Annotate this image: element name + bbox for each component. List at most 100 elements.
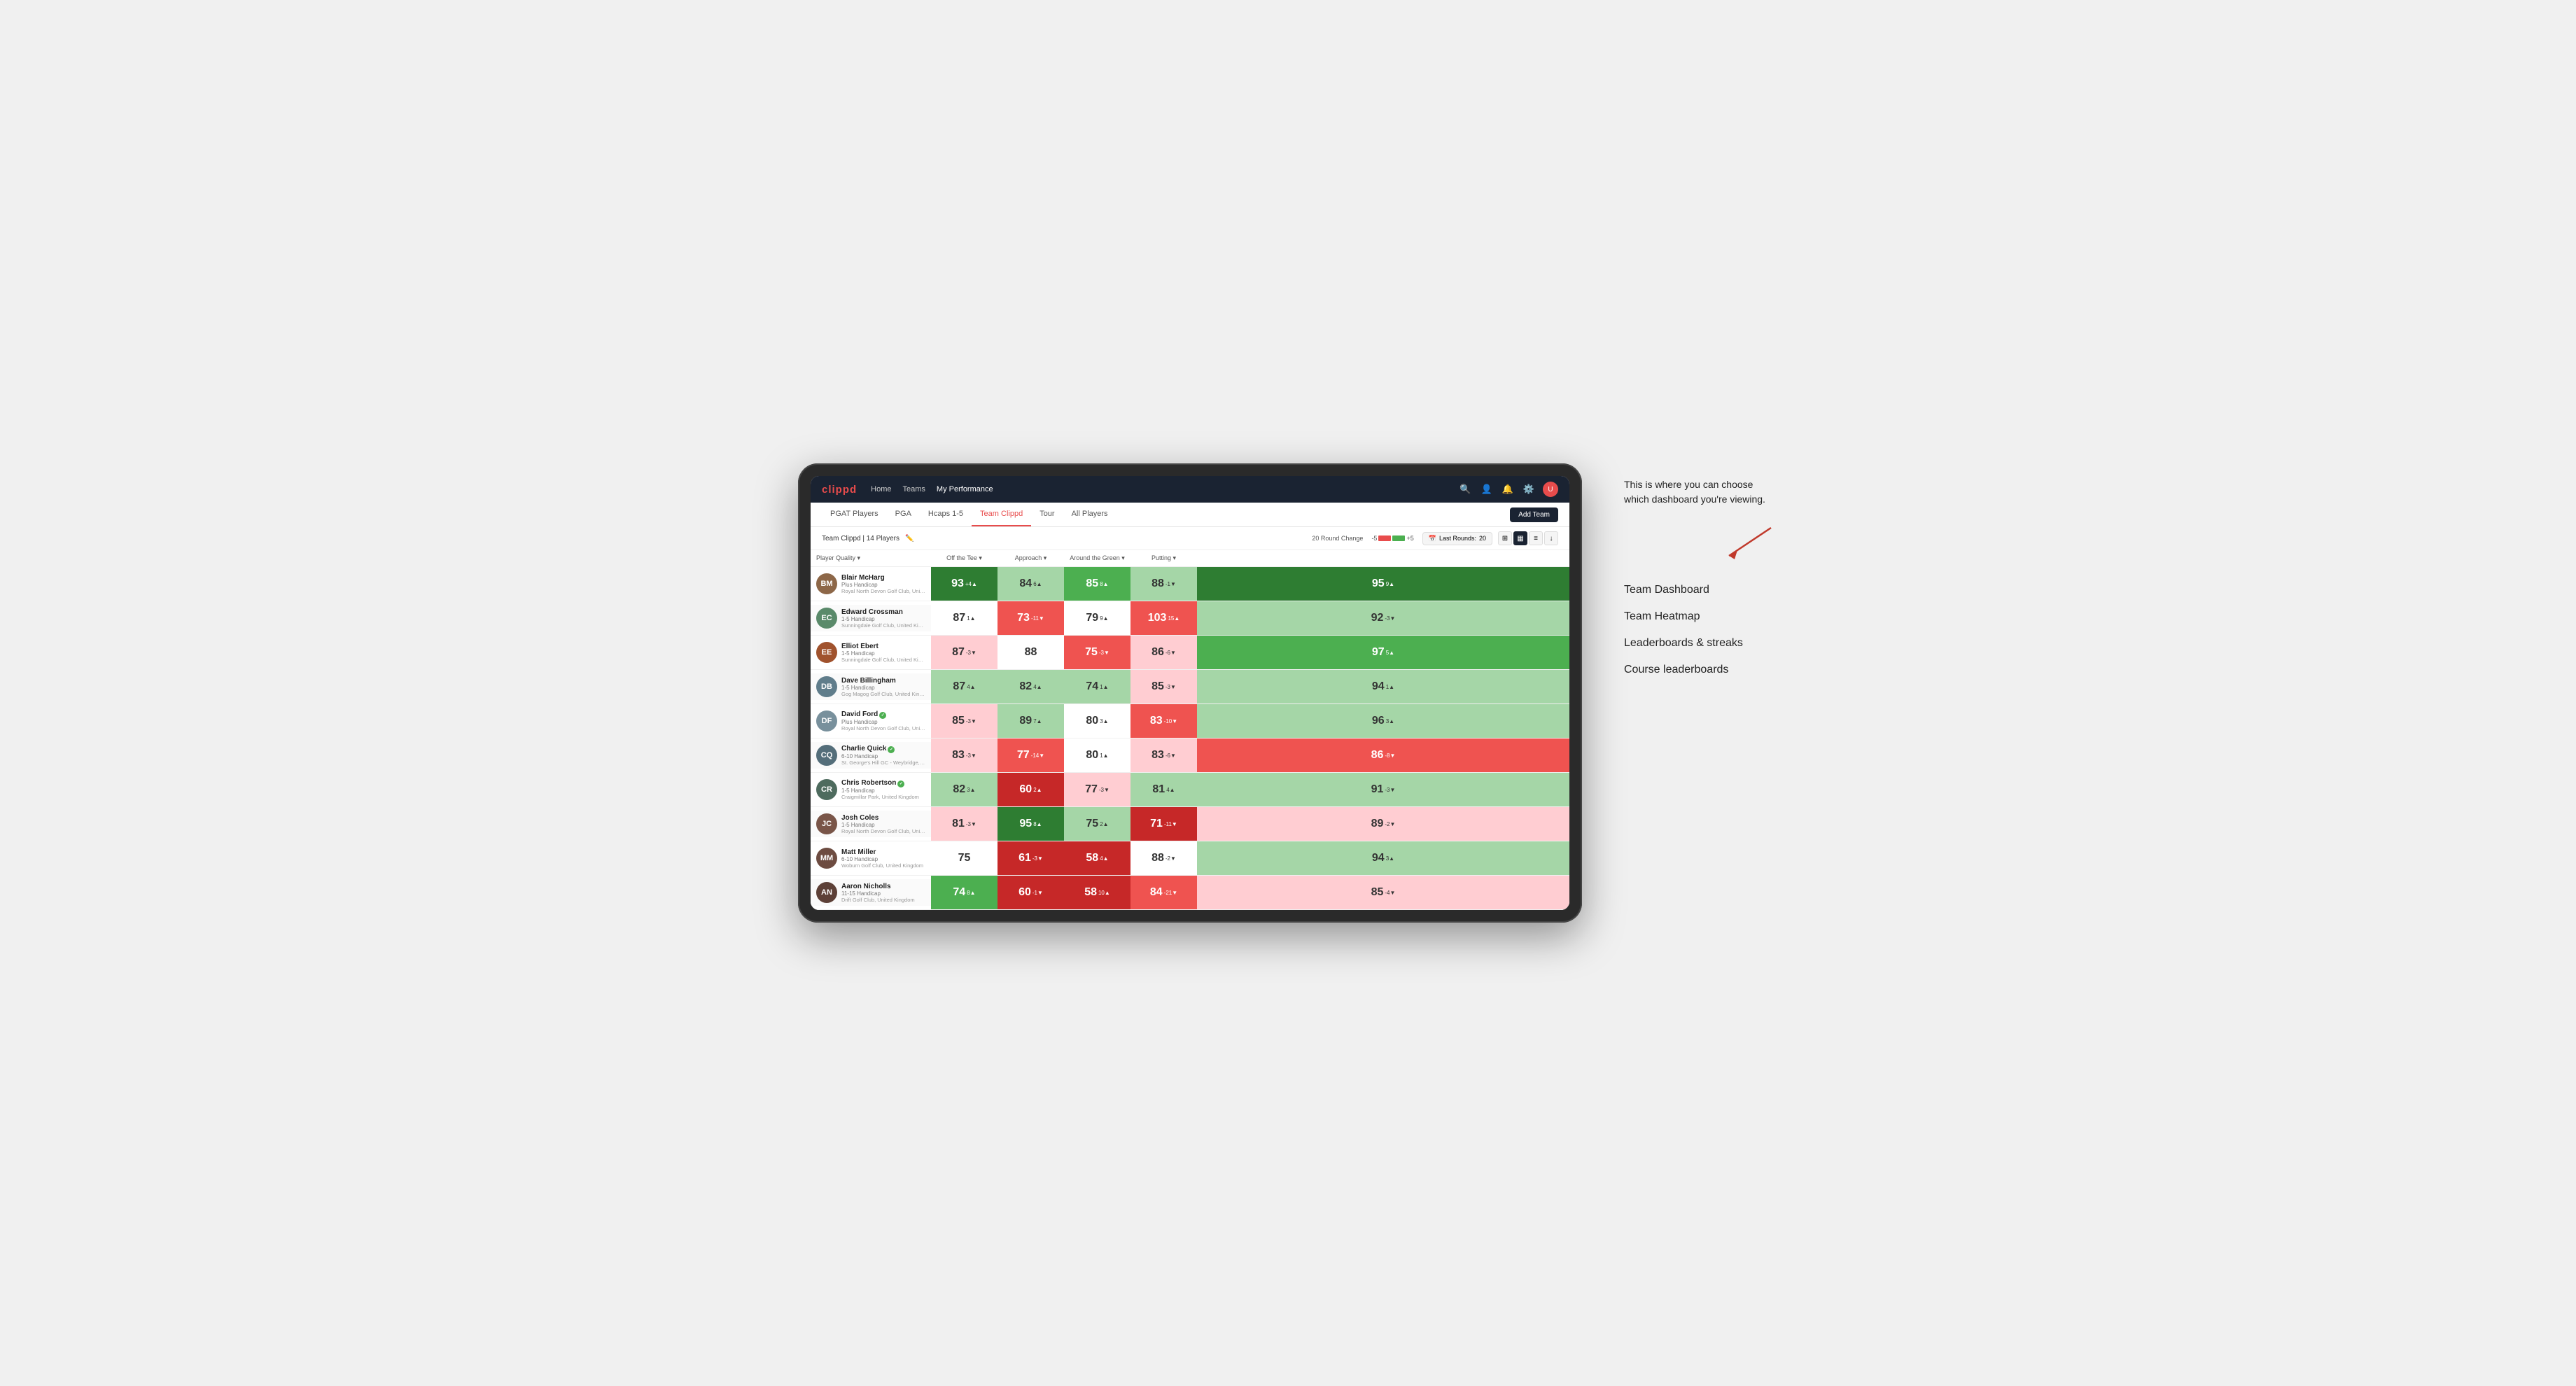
tab-team-clippd[interactable]: Team Clippd [972, 503, 1031, 526]
metric-change: -1▼ [1166, 581, 1176, 587]
search-icon[interactable]: 🔍 [1458, 482, 1472, 496]
metric-change: 15▲ [1168, 615, 1180, 622]
list-view-button[interactable]: ≡ [1529, 531, 1543, 545]
avatar[interactable]: U [1543, 482, 1558, 497]
table-row[interactable]: AN Aaron Nicholls 11-15 Handicap Drift G… [811, 876, 1569, 910]
header-around-green: Around the Green ▾ [1064, 550, 1130, 567]
calendar-icon: 📅 [1429, 535, 1436, 542]
metric-box: 81 -3▼ [931, 807, 997, 841]
player-club: Drift Golf Club, United Kingdom [841, 897, 915, 903]
table-row[interactable]: JC Josh Coles 1-5 Handicap Royal North D… [811, 807, 1569, 841]
metric-change: 2▲ [1033, 787, 1042, 793]
tab-all-players[interactable]: All Players [1063, 503, 1116, 526]
approach-metric: 58 10▲ [1064, 876, 1130, 910]
metric-value: 86 [1371, 749, 1384, 762]
annotation-intro: This is where you can choose which dashb… [1624, 477, 1778, 507]
nav-teams[interactable]: Teams [903, 484, 925, 495]
putting-metric: 97 5▲ [1197, 636, 1569, 670]
around-green-metric: 85 -3▼ [1130, 670, 1197, 704]
player-cell: EE Elliot Ebert 1-5 Handicap Sunningdale… [811, 639, 931, 666]
around-green-metric: 83 -10▼ [1130, 704, 1197, 738]
menu-option-1: Team Heatmap [1624, 610, 1778, 623]
metric-box: 89 7▲ [997, 704, 1064, 738]
off-tee-metric: 60 -1▼ [997, 876, 1064, 910]
off-tee-metric: 84 6▲ [997, 567, 1064, 601]
off-tee-metric: 95 8▲ [997, 807, 1064, 841]
tab-pga[interactable]: PGA [887, 503, 920, 526]
data-table: Player Quality ▾ Off the Tee ▾ Approach … [811, 550, 1569, 910]
putting-metric: 92 -3▼ [1197, 601, 1569, 636]
player-avatar: AN [816, 882, 837, 903]
around-green-metric: 81 4▲ [1130, 773, 1197, 807]
table-row[interactable]: CQ Charlie Quick✓ 6-10 Handicap St. Geor… [811, 738, 1569, 773]
grid-view-button[interactable]: ⊞ [1498, 531, 1512, 545]
table-row[interactable]: EE Elliot Ebert 1-5 Handicap Sunningdale… [811, 636, 1569, 670]
metric-value: 75 [1086, 818, 1098, 830]
metric-change: -11▼ [1164, 821, 1177, 827]
metric-value: 74 [953, 886, 965, 899]
metric-box: 87 1▲ [931, 601, 997, 635]
edit-icon[interactable]: ✏️ [905, 535, 913, 542]
player-name: Matt Miller [841, 848, 923, 856]
metric-box: 75 [931, 841, 997, 875]
table-row[interactable]: DB Dave Billingham 1-5 Handicap Gog Mago… [811, 670, 1569, 704]
nav-home[interactable]: Home [871, 484, 891, 495]
approach-metric: 74 1▲ [1064, 670, 1130, 704]
download-button[interactable]: ↓ [1544, 531, 1558, 545]
heatmap-view-button[interactable]: ▦ [1513, 531, 1527, 545]
metric-change: 3▲ [967, 787, 975, 793]
metric-value: 84 [1019, 578, 1032, 590]
putting-metric: 86 -8▼ [1197, 738, 1569, 773]
metric-box: 85 -3▼ [931, 704, 997, 738]
last-rounds-button[interactable]: 📅 Last Rounds: 20 [1422, 532, 1492, 545]
player-avatar: DB [816, 676, 837, 697]
heatmap-bar: -5 +5 [1371, 535, 1413, 542]
metric-change: -3▼ [1166, 684, 1176, 690]
tab-pgat-players[interactable]: PGAT Players [822, 503, 887, 526]
metric-value: 89 [1019, 715, 1032, 727]
tablet-frame: clippd Home Teams My Performance 🔍 👤 🔔 ⚙… [798, 463, 1582, 923]
metric-box: 88 [997, 636, 1064, 669]
metric-value: 95 [1372, 578, 1385, 590]
table-row[interactable]: CR Chris Robertson✓ 1-5 Handicap Craigmi… [811, 773, 1569, 807]
metric-box: 79 9▲ [1064, 601, 1130, 635]
tab-tour[interactable]: Tour [1031, 503, 1063, 526]
player-club: Royal North Devon Golf Club, United King… [841, 725, 925, 732]
table-row[interactable]: DF David Ford✓ Plus Handicap Royal North… [811, 704, 1569, 738]
player-quality-metric: 87 -3▼ [931, 636, 997, 670]
add-team-button[interactable]: Add Team [1510, 507, 1558, 522]
metric-value: 60 [1019, 783, 1032, 796]
metric-change: 9▲ [1386, 581, 1394, 587]
bell-icon[interactable]: 🔔 [1501, 482, 1515, 496]
table-row[interactable]: BM Blair McHarg Plus Handicap Royal Nort… [811, 567, 1569, 601]
player-handicap: 11-15 Handicap [841, 890, 915, 897]
top-nav: clippd Home Teams My Performance 🔍 👤 🔔 ⚙… [811, 476, 1569, 503]
tab-hcaps[interactable]: Hcaps 1-5 [920, 503, 972, 526]
user-icon[interactable]: 👤 [1479, 482, 1493, 496]
player-avatar: EE [816, 642, 837, 663]
metric-box: 84 -21▼ [1130, 876, 1197, 909]
metric-change: 10▲ [1098, 890, 1110, 896]
metric-change: 9▲ [1100, 615, 1108, 622]
off-tee-metric: 73 -11▼ [997, 601, 1064, 636]
metric-box: 75 2▲ [1064, 807, 1130, 841]
table-row[interactable]: MM Matt Miller 6-10 Handicap Woburn Golf… [811, 841, 1569, 876]
metric-change: -8▼ [1385, 752, 1395, 759]
putting-metric: 91 -3▼ [1197, 773, 1569, 807]
metric-value: 82 [953, 783, 965, 796]
heatmap-neg [1378, 536, 1391, 541]
metric-change: 1▲ [1100, 684, 1108, 690]
metric-box: 74 1▲ [1064, 670, 1130, 704]
approach-metric: 75 -3▼ [1064, 636, 1130, 670]
player-club: Royal North Devon Golf Club, United King… [841, 588, 925, 594]
approach-metric: 80 3▲ [1064, 704, 1130, 738]
player-quality-metric: 75 [931, 841, 997, 876]
nav-links: Home Teams My Performance [871, 484, 1444, 495]
header-player: Player Quality ▾ [811, 550, 931, 567]
metric-box: 87 -3▼ [931, 636, 997, 669]
metric-box: 96 3▲ [1197, 704, 1569, 738]
table-row[interactable]: EC Edward Crossman 1-5 Handicap Sunningd… [811, 601, 1569, 636]
verified-icon: ✓ [897, 780, 904, 788]
nav-my-performance[interactable]: My Performance [937, 484, 993, 495]
settings-icon[interactable]: ⚙️ [1522, 482, 1536, 496]
